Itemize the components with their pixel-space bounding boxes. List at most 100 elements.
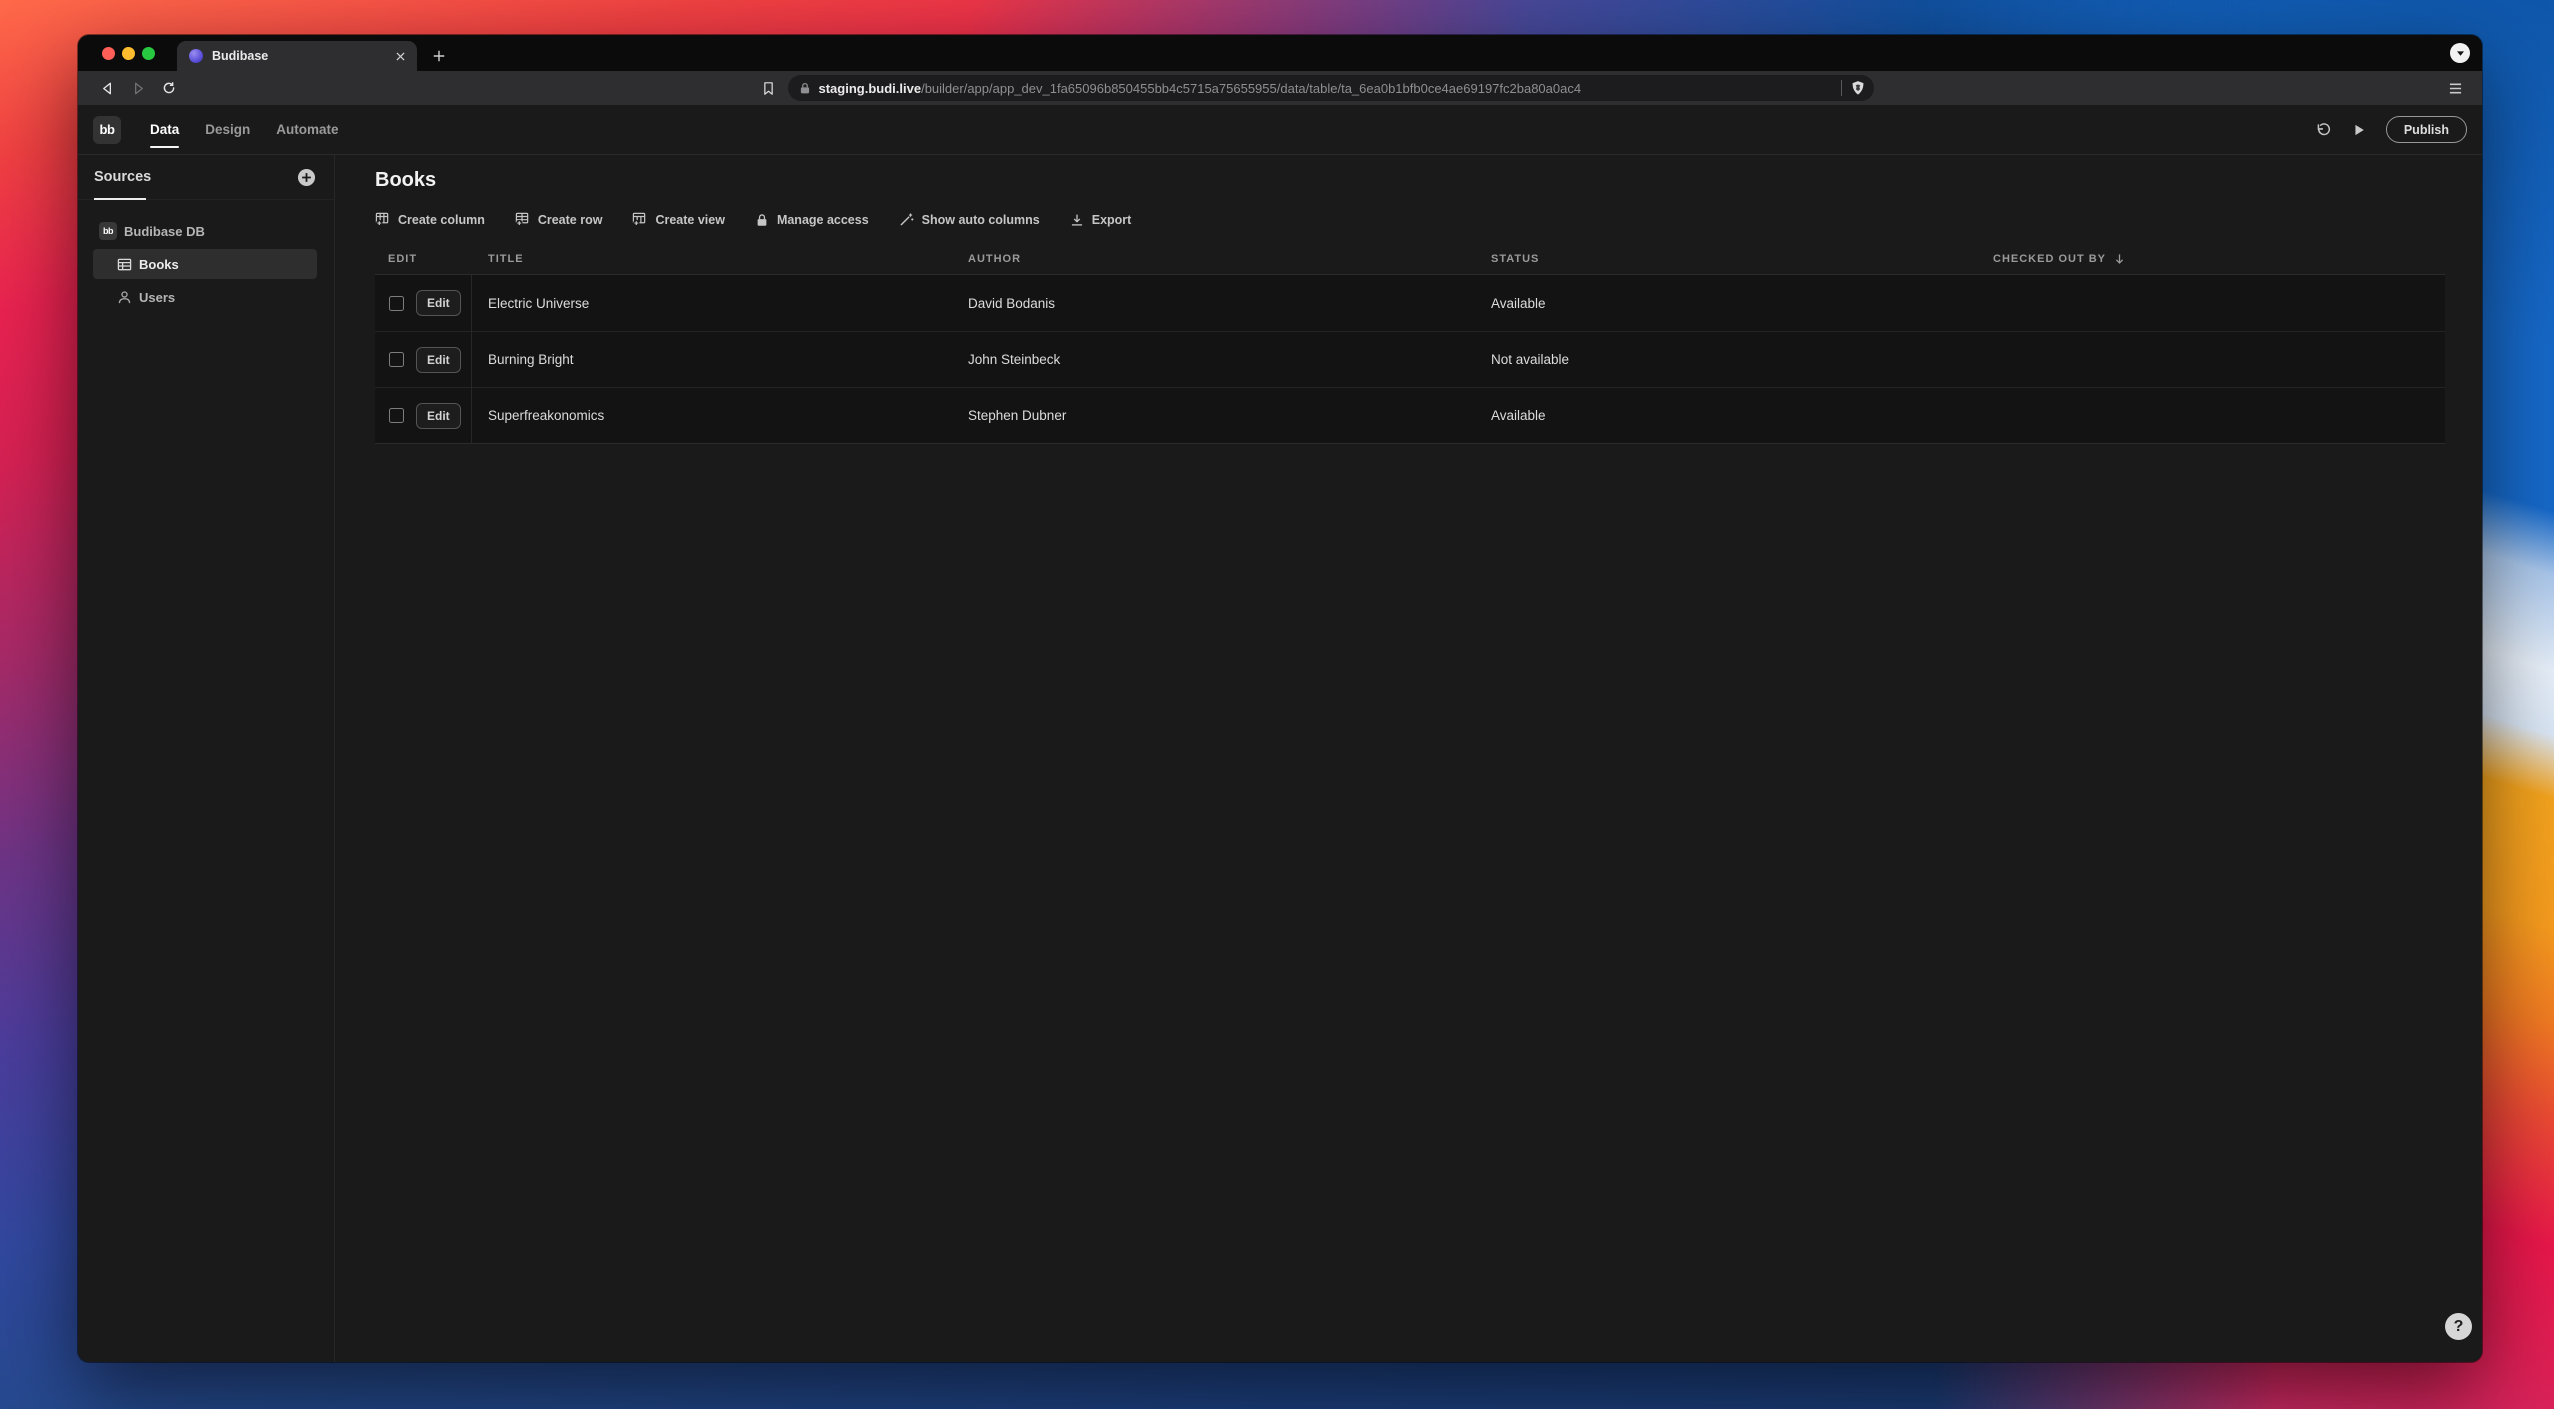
column-header-checked-out-by[interactable]: CHECKED OUT BY <box>1976 253 2445 265</box>
cell-title[interactable]: Burning Bright <box>471 352 951 367</box>
row-edit-cell: Edit <box>375 402 471 429</box>
undo-icon[interactable] <box>2315 121 2332 138</box>
reload-button[interactable] <box>156 75 182 101</box>
lock-icon <box>755 213 769 227</box>
budibase-logo[interactable]: bb <box>93 115 121 144</box>
add-source-icon[interactable] <box>297 168 316 187</box>
table-toolbar: Create column Create row Create view Man… <box>375 212 2445 227</box>
desktop-wallpaper: Budibase staging.budi.live /builder/app/… <box>0 0 2554 1409</box>
user-icon <box>117 290 132 305</box>
preview-play-icon[interactable] <box>2351 122 2367 138</box>
sidebar-item-users[interactable]: Users <box>93 282 317 312</box>
new-tab-button[interactable] <box>425 42 453 70</box>
sources-tab-underline <box>94 198 146 200</box>
forward-button[interactable] <box>125 75 151 101</box>
download-icon <box>1070 213 1084 227</box>
table-row: Edit Burning Bright John Steinbeck Not a… <box>375 331 2445 387</box>
back-button[interactable] <box>94 75 120 101</box>
column-header-status[interactable]: STATUS <box>1474 253 1976 265</box>
sort-descending-icon <box>2114 253 2125 265</box>
table-panel: Books Create column Create row Create vi… <box>335 155 2482 1362</box>
column-header-edit: EDIT <box>388 253 418 265</box>
browser-window: Budibase staging.budi.live /builder/app/… <box>78 35 2482 1362</box>
table-add-column-icon <box>375 212 390 227</box>
tab-data[interactable]: Data <box>150 105 180 154</box>
row-edit-cell: Edit <box>375 290 471 316</box>
tab-title: Budibase <box>212 49 269 63</box>
table-row: Edit Electric Universe David Bodanis Ava… <box>375 275 2445 331</box>
tool-label: Show auto columns <box>921 212 1040 227</box>
browser-toolbar: staging.budi.live/builder/app/app_dev_1f… <box>78 71 2482 105</box>
browser-tab-budibase[interactable]: Budibase <box>177 41 417 71</box>
table-row: Edit Superfreakonomics Stephen Dubner Av… <box>375 387 2445 443</box>
tab-search-button[interactable] <box>2450 43 2470 63</box>
create-view-button[interactable]: Create view <box>632 212 725 227</box>
row-checkbox[interactable] <box>389 408 404 423</box>
builder-nav-tabs: Data Design Automate <box>150 105 339 154</box>
show-auto-columns-button[interactable]: Show auto columns <box>899 212 1040 227</box>
table-add-row-icon <box>515 212 530 227</box>
tab-close-icon[interactable] <box>392 48 408 64</box>
tool-label: Manage access <box>776 212 869 227</box>
table-icon <box>117 257 132 272</box>
sources-tab[interactable]: Sources <box>94 169 151 185</box>
sources-header: Sources <box>78 155 334 200</box>
cell-status[interactable]: Available <box>1474 408 1976 423</box>
url-domain: staging.budi.live <box>818 80 922 96</box>
urlbar-divider <box>1840 80 1842 96</box>
column-header-label: CHECKED OUT BY <box>1993 253 2107 265</box>
tool-label: Create row <box>537 212 603 227</box>
sidebar-item-label: Budibase DB <box>124 223 205 239</box>
column-header-title[interactable]: TITLE <box>471 253 951 265</box>
tab-automate[interactable]: Automate <box>276 105 338 154</box>
brave-shield-icon[interactable] <box>1851 80 1865 96</box>
help-button[interactable]: ? <box>2445 1313 2472 1340</box>
url-path: /builder/app/app_dev_1fa65096b850455bb4c… <box>921 80 1582 96</box>
cell-author[interactable]: Stephen Dubner <box>951 408 1474 423</box>
tool-label: Export <box>1091 212 1132 227</box>
browser-tab-strip: Budibase <box>78 35 2482 71</box>
table-add-view-icon <box>632 212 647 227</box>
sidebar-item-budibase-db[interactable]: bb Budibase DB <box>93 216 317 246</box>
close-window-button[interactable] <box>102 46 115 60</box>
tool-label: Create column <box>398 212 485 227</box>
budibase-favicon-icon <box>189 49 203 63</box>
cell-status[interactable]: Not available <box>1474 352 1976 367</box>
minimize-window-button[interactable] <box>122 46 135 60</box>
table-header-row: EDIT TITLE AUTHOR STATUS CHECKED OUT BY <box>375 253 2445 265</box>
sources-sidebar: Sources bb Budibase DB Books Users <box>78 155 335 1362</box>
budibase-db-icon: bb <box>99 222 117 240</box>
edit-row-button[interactable]: Edit <box>416 346 461 373</box>
export-button[interactable]: Export <box>1070 212 1132 227</box>
row-checkbox[interactable] <box>389 295 404 311</box>
builder-nav-actions: Publish <box>2315 116 2467 143</box>
create-column-button[interactable]: Create column <box>375 212 485 227</box>
edit-row-button[interactable]: Edit <box>416 290 461 316</box>
edit-row-button[interactable]: Edit <box>416 402 461 429</box>
cell-title[interactable]: Electric Universe <box>471 296 951 311</box>
manage-access-button[interactable]: Manage access <box>755 213 869 227</box>
cell-status[interactable]: Available <box>1474 296 1976 311</box>
table-body: Edit Electric Universe David Bodanis Ava… <box>375 274 2445 444</box>
row-checkbox[interactable] <box>389 352 404 367</box>
bookmark-icon[interactable] <box>756 75 782 101</box>
budibase-builder-app: bb Data Design Automate Publish Sources … <box>78 105 2482 1362</box>
cell-author[interactable]: John Steinbeck <box>951 352 1474 367</box>
tab-design[interactable]: Design <box>205 105 250 154</box>
sources-list: bb Budibase DB Books Users <box>78 200 334 312</box>
sidebar-item-books[interactable]: Books <box>93 249 317 279</box>
browser-menu-icon[interactable] <box>2442 75 2468 101</box>
builder-top-nav: bb Data Design Automate Publish <box>78 105 2482 155</box>
sidebar-item-label: Users <box>139 289 176 305</box>
tool-label: Create view <box>655 212 725 227</box>
address-bar[interactable]: staging.budi.live/builder/app/app_dev_1f… <box>787 75 1874 101</box>
cell-title[interactable]: Superfreakonomics <box>471 408 951 423</box>
lock-icon <box>799 82 811 95</box>
column-header-author[interactable]: AUTHOR <box>951 253 1474 265</box>
zoom-window-button[interactable] <box>142 46 155 60</box>
window-controls <box>78 35 177 71</box>
cell-author[interactable]: David Bodanis <box>951 296 1474 311</box>
create-row-button[interactable]: Create row <box>515 212 603 227</box>
publish-button[interactable]: Publish <box>2385 116 2467 143</box>
page-title: Books <box>375 169 437 191</box>
